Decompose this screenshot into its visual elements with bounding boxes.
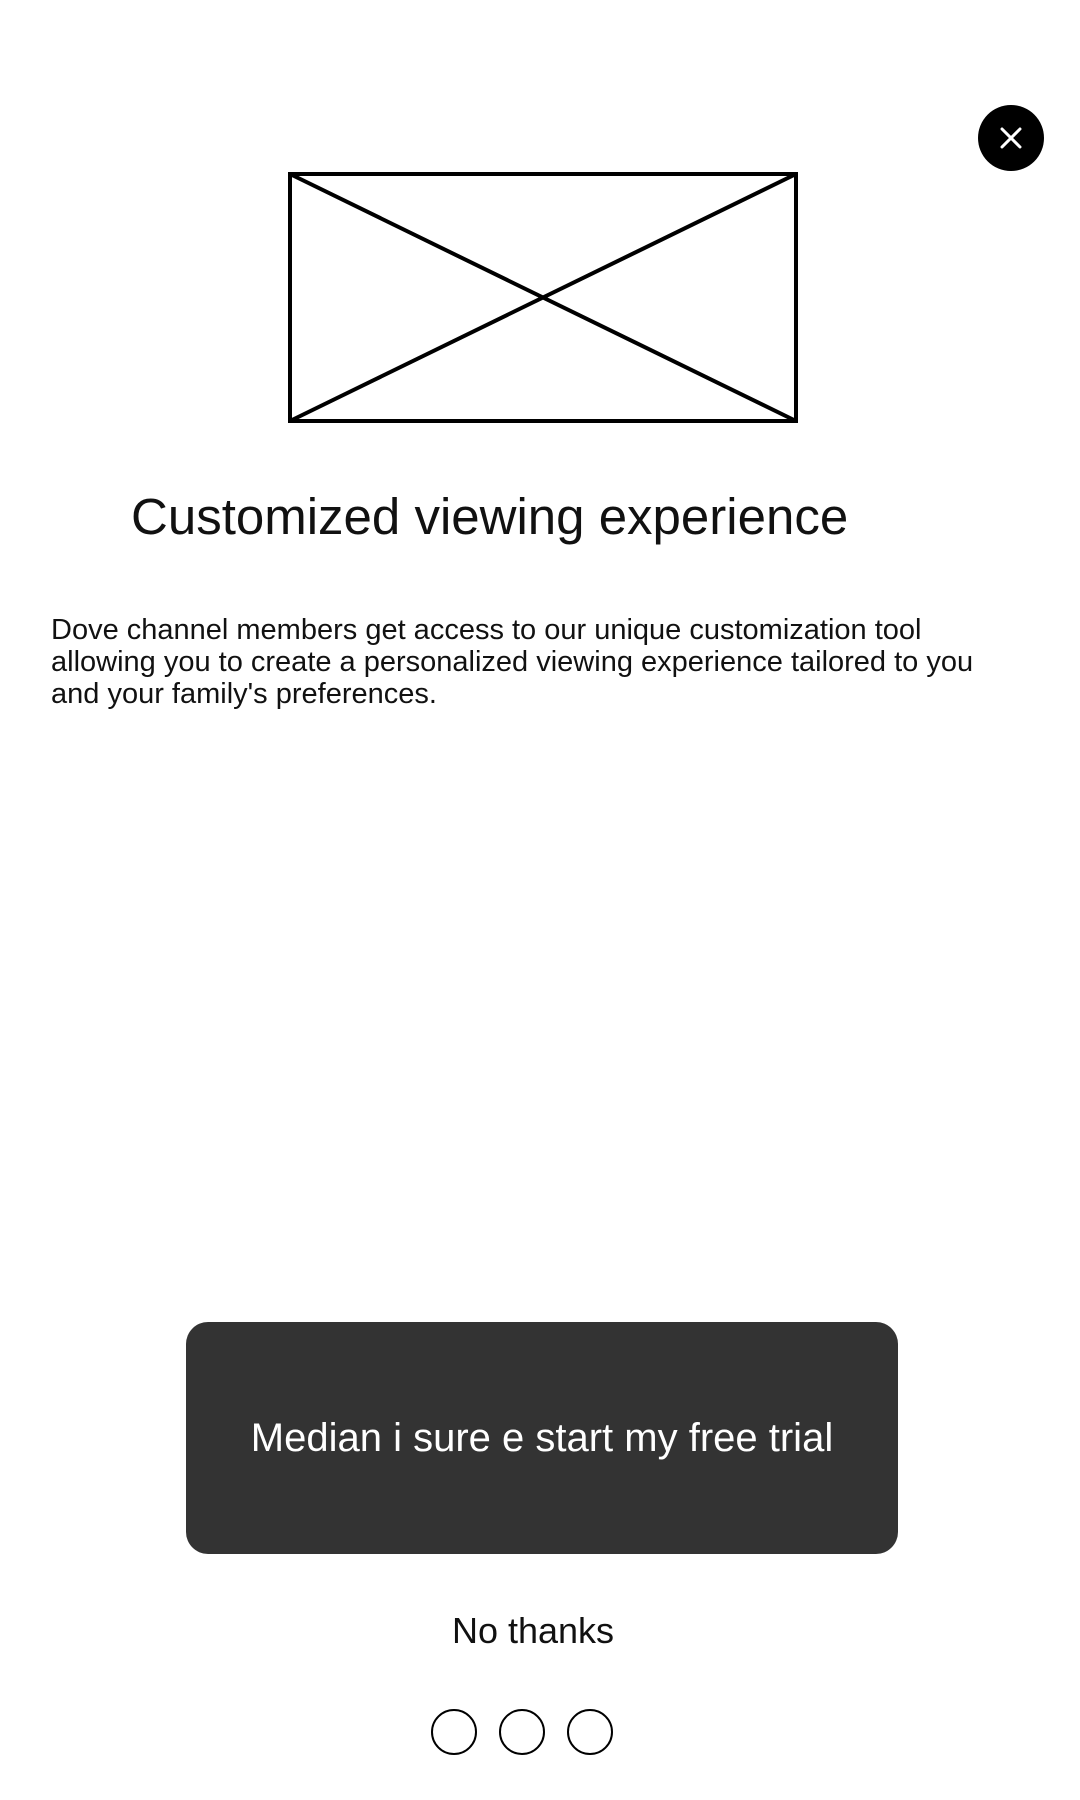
image-placeholder-icon [288,172,798,423]
close-icon [1000,127,1022,149]
pagination-dot-1[interactable] [431,1709,477,1755]
close-button[interactable] [978,105,1044,171]
pagination-dot-2[interactable] [499,1709,545,1755]
page-title: Customized viewing experience [131,488,849,545]
start-free-trial-button[interactable]: Median i sure e start my free trial [186,1322,898,1554]
description-text: Dove channel members get access to our u… [51,614,974,710]
pagination-dots [431,1709,613,1755]
pagination-dot-3[interactable] [567,1709,613,1755]
no-thanks-link[interactable]: No thanks [0,1608,1066,1654]
